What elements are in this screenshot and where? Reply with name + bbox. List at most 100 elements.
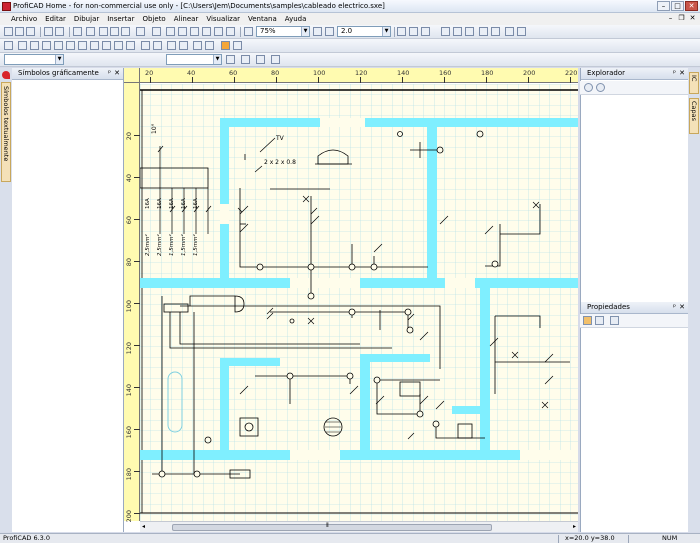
line-width-combo[interactable]: 2.0 ▼ [337,26,391,37]
menu-ayuda[interactable]: Ayuda [281,15,311,23]
menu-archivo[interactable]: Archivo [7,15,41,23]
scroll-left-icon[interactable]: ◂ [142,523,145,530]
pin-icon[interactable]: ᵖ [108,68,111,79]
drawing-canvas[interactable]: 10° 16A 16A 16A 16A 16A 2,5mm² 2,5mm² 1,… [139,84,578,521]
paragraph-icon[interactable] [153,41,162,50]
zoom-all-icon[interactable] [214,27,223,36]
tools-icon[interactable] [421,27,430,36]
minimize-button[interactable]: – [657,1,670,11]
cut-icon[interactable] [99,27,108,36]
hand-icon[interactable] [233,41,242,50]
line-width-icon[interactable] [325,27,334,36]
maximize-button[interactable]: □ [671,1,684,11]
heart-icon[interactable] [2,71,10,79]
menu-objeto[interactable]: Objeto [138,15,169,23]
close-button[interactable]: ✕ [685,1,698,11]
columns-icon[interactable] [409,27,418,36]
zoom-minus-icon[interactable] [313,27,322,36]
star-icon[interactable] [479,27,488,36]
arrow-down-icon[interactable] [596,83,605,92]
property-pages-icon[interactable] [610,316,619,325]
paste-icon[interactable] [121,27,130,36]
ruler-tick [234,77,235,83]
ruler-corner [124,68,140,83]
image-icon[interactable] [152,27,161,36]
zoom-combo[interactable]: 75% ▼ [256,26,310,37]
triangle-icon[interactable] [126,41,135,50]
line-icon[interactable] [18,41,27,50]
preview-icon[interactable] [86,27,95,36]
pin-icon[interactable]: ᵖ [673,68,676,79]
bezier-icon[interactable] [90,41,99,50]
undo-icon[interactable] [44,27,53,36]
junction-icon[interactable] [179,41,188,50]
arrow-up-icon[interactable] [584,83,593,92]
copy-icon[interactable] [110,27,119,36]
rectangle-icon[interactable] [54,41,63,50]
menu-ventana[interactable]: Ventana [244,15,281,23]
menu-editar[interactable]: Editar [41,15,70,23]
categorized-icon[interactable] [583,316,592,325]
redo-icon[interactable] [55,27,64,36]
bus-icon[interactable] [205,41,214,50]
wire-icon[interactable] [167,41,176,50]
ellipse-icon[interactable] [66,41,75,50]
scroll-right-icon[interactable]: ▸ [573,523,576,530]
menu-alinear[interactable]: Alinear [170,15,203,23]
close-icon[interactable]: ✕ [679,302,685,313]
size-combo[interactable]: ▼ [166,54,222,65]
properties-toolbar [580,314,688,328]
polyline-icon[interactable] [30,41,39,50]
tab-symbols-text[interactable]: Símbolos textualmente [1,82,11,182]
save-icon[interactable] [26,27,35,36]
italic-icon[interactable] [241,55,250,64]
ruler-label: 60 [229,69,238,77]
mdi-restore-button[interactable]: ❐ [677,14,686,23]
color-icon[interactable] [453,27,462,36]
ruler-label: 120 [125,342,133,355]
zoom-out-icon[interactable] [190,27,199,36]
magnifier-icon[interactable] [244,27,253,36]
menu-insertar[interactable]: Insertar [103,15,138,23]
node-icon[interactable] [193,41,202,50]
sort-az-icon[interactable] [595,316,604,325]
text-icon[interactable] [141,41,150,50]
export-icon[interactable] [465,27,474,36]
ruler-tick [276,77,277,83]
font-combo[interactable]: ▼ [4,54,64,65]
bom-icon[interactable] [491,27,500,36]
new-icon[interactable] [4,27,13,36]
layout-icon[interactable] [397,27,406,36]
tab-ic[interactable]: IC [689,72,699,94]
insert-symbol-icon[interactable] [441,27,450,36]
menu-visualizar[interactable]: Visualizar [202,15,244,23]
format-icon[interactable] [271,55,280,64]
lock-icon[interactable] [505,27,514,36]
menu-dibujar[interactable]: Dibujar [70,15,103,23]
arc-icon[interactable] [42,41,51,50]
pan-icon[interactable] [226,27,235,36]
horizontal-scrollbar[interactable]: ◂ ⦀ ▸ [140,521,578,532]
underline-icon[interactable] [256,55,265,64]
diamond-icon[interactable] [114,41,123,50]
zoom-window-icon[interactable] [202,27,211,36]
polygon-icon[interactable] [102,41,111,50]
circle-icon[interactable] [78,41,87,50]
pointer-icon[interactable] [221,41,230,50]
ruler-label: 20 [145,69,154,77]
print-icon[interactable] [73,27,82,36]
bold-icon[interactable] [226,55,235,64]
open-icon[interactable] [15,27,24,36]
grid-icon[interactable] [136,27,145,36]
close-icon[interactable]: ✕ [114,68,120,79]
scroll-thumb[interactable] [172,524,492,531]
pin-icon[interactable]: ᵖ [673,302,676,313]
close-icon[interactable]: ✕ [679,68,685,79]
mdi-close-button[interactable]: ✕ [688,14,697,23]
zoom-in-icon[interactable] [178,27,187,36]
tab-capas[interactable]: Capas [689,98,699,134]
help-icon[interactable] [517,27,526,36]
select-icon[interactable] [4,41,13,50]
zoom-fit-icon[interactable] [166,27,175,36]
mdi-minimize-button[interactable]: – [666,14,675,23]
